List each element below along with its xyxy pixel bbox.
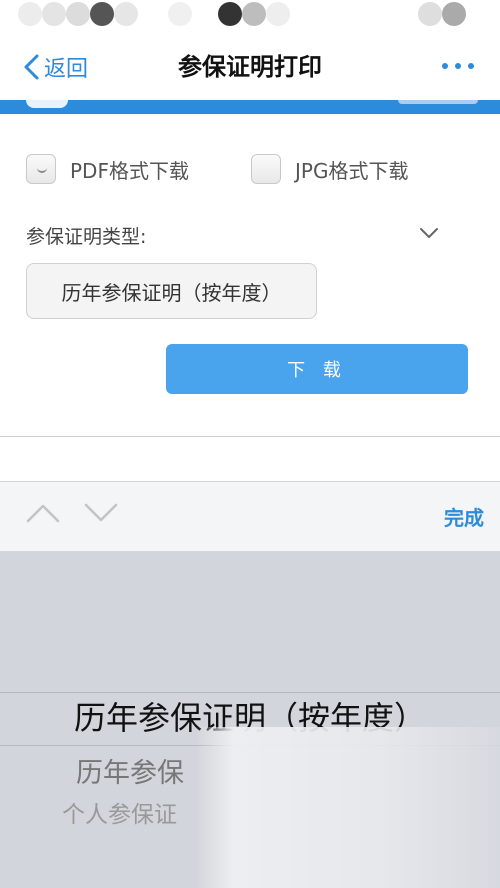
divider xyxy=(0,436,500,437)
pdf-checkbox[interactable] xyxy=(26,154,56,184)
download-button[interactable]: 下 载 xyxy=(166,344,468,394)
status-blur xyxy=(218,2,242,26)
status-blur xyxy=(114,2,138,26)
header-strip-blur xyxy=(398,100,478,104)
certificate-type-select[interactable]: 历年参保证明（按年度） xyxy=(26,263,317,319)
page-title: 参保证明打印 xyxy=(178,53,322,81)
jpg-option-label: JPG格式下载 xyxy=(295,158,409,183)
certificate-type-label: 参保证明类型: xyxy=(26,226,147,248)
blur-overlay xyxy=(196,727,500,888)
status-blur xyxy=(66,2,90,26)
check-mark-icon xyxy=(37,167,47,173)
status-blur xyxy=(42,2,66,26)
status-blur xyxy=(442,2,466,26)
picker-wheel[interactable]: 历年参保证明（按年度） 历年参保 个人参保证 xyxy=(0,551,500,888)
header-strip-blur xyxy=(26,100,68,108)
status-blur xyxy=(168,2,192,26)
picker-toolbar: 完成 xyxy=(0,481,500,551)
status-bar xyxy=(0,0,500,34)
picker-item[interactable]: 个人参保证 xyxy=(62,795,177,829)
status-blur xyxy=(266,2,290,26)
status-blur xyxy=(418,2,442,26)
chevron-down-icon[interactable] xyxy=(84,502,118,524)
status-blur xyxy=(18,2,42,26)
done-button[interactable]: 完成 xyxy=(444,502,484,531)
jpg-checkbox[interactable] xyxy=(251,154,281,184)
jpg-option[interactable]: JPG格式下载 xyxy=(251,154,408,184)
pdf-option[interactable]: PDF格式下载 xyxy=(26,154,189,184)
picker-item[interactable]: 历年参保 xyxy=(76,751,184,790)
more-icon xyxy=(468,63,474,69)
pdf-option-label: PDF格式下载 xyxy=(70,158,189,183)
more-icon xyxy=(455,63,461,69)
status-blur xyxy=(90,2,114,26)
chevron-up-icon[interactable] xyxy=(26,502,60,524)
chevron-down-icon[interactable] xyxy=(418,226,440,240)
more-button[interactable] xyxy=(442,54,474,78)
screen: 返回 参保证明打印 PDF格式下载 JPG格式下载 参保证明类型: 历年参保证明… xyxy=(0,0,500,888)
nav-bar: 返回 参保证明打印 xyxy=(0,34,500,100)
more-icon xyxy=(442,63,448,69)
status-blur xyxy=(242,2,266,26)
